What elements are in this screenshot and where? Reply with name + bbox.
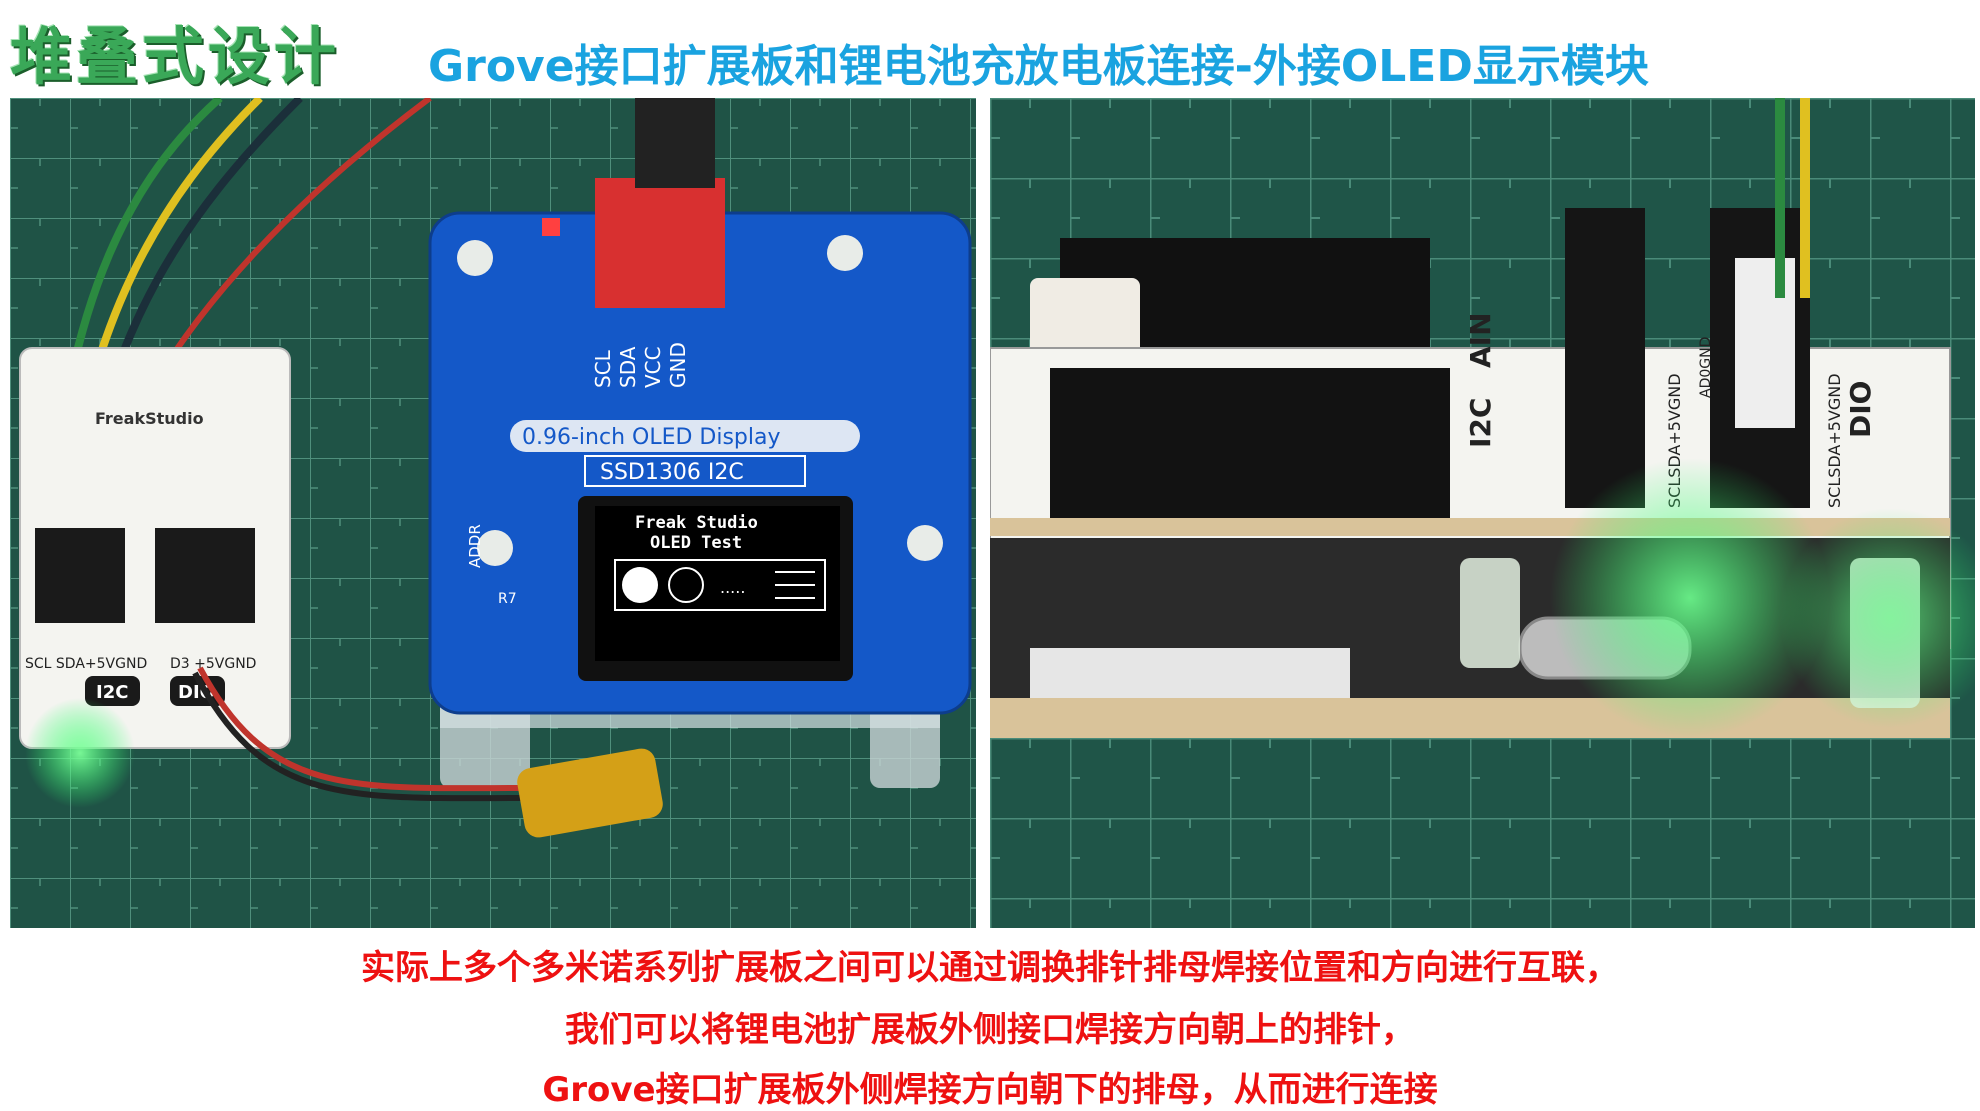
- port-i2c-label: I2C: [96, 682, 128, 703]
- addr-label: ADDR: [466, 524, 484, 568]
- right-label-ain: AIN: [1464, 312, 1497, 368]
- caption-line-3: Grove接口扩展板外侧焊接方向朝下的排母，从而进行连接: [542, 1070, 1438, 1110]
- oled-board-title: 0.96-inch OLED Display: [522, 425, 781, 450]
- port-row-right-label: D3 +5VGND: [170, 656, 256, 672]
- page-title: 堆叠式设计: [10, 20, 341, 93]
- right-label-pins2: SCLSDA+5VGND: [1825, 373, 1844, 508]
- right-label-i2c: I2C: [1464, 398, 1497, 448]
- pin-label-scl: SCL: [591, 349, 615, 388]
- oled-screen-line2: OLED Test: [650, 533, 742, 553]
- oled-screen-line1: Freak Studio: [635, 513, 758, 533]
- right-label-pins3: AD0GND: [1698, 337, 1714, 398]
- caption-line-2: 我们可以将锂电池扩展板外侧接口焊接方向朝上的排针，: [565, 1010, 1415, 1050]
- left-photo-illustration: FreakStudio SCL SDA+5VGND D3 +5VGND I2C …: [10, 98, 976, 928]
- pin-label-gnd: GND: [666, 342, 690, 388]
- pin-label-vcc: VCC: [641, 346, 665, 388]
- port-row-left-label: SCL SDA+5VGND: [25, 656, 147, 672]
- caption-line-1: 实际上多个多米诺系列扩展板之间可以通过调换排针排母焊接位置和方向进行互联，: [361, 948, 1619, 988]
- right-label-dio: DIO: [1844, 381, 1877, 438]
- page-subtitle: Grove接口扩展板和锂电池充放电板连接-外接OLED显示模块: [428, 41, 1649, 92]
- pin-label-sda: SDA: [616, 346, 640, 388]
- photo-right: I2C AIN DIO SCLSDA+5VGND SCLSDA+5VGND AD…: [990, 98, 1975, 928]
- green-led-glow: [25, 698, 135, 808]
- photo-left: FreakStudio SCL SDA+5VGND D3 +5VGND I2C …: [10, 98, 976, 928]
- oled-board-model: SSD1306 I2C: [600, 460, 744, 485]
- board-brand-label: FreakStudio: [95, 409, 204, 428]
- r7-label: R7: [498, 591, 517, 607]
- svg-text:.....: .....: [720, 578, 745, 597]
- red-led: [542, 218, 560, 236]
- right-photo-illustration: I2C AIN DIO SCLSDA+5VGND SCLSDA+5VGND AD…: [990, 98, 1975, 928]
